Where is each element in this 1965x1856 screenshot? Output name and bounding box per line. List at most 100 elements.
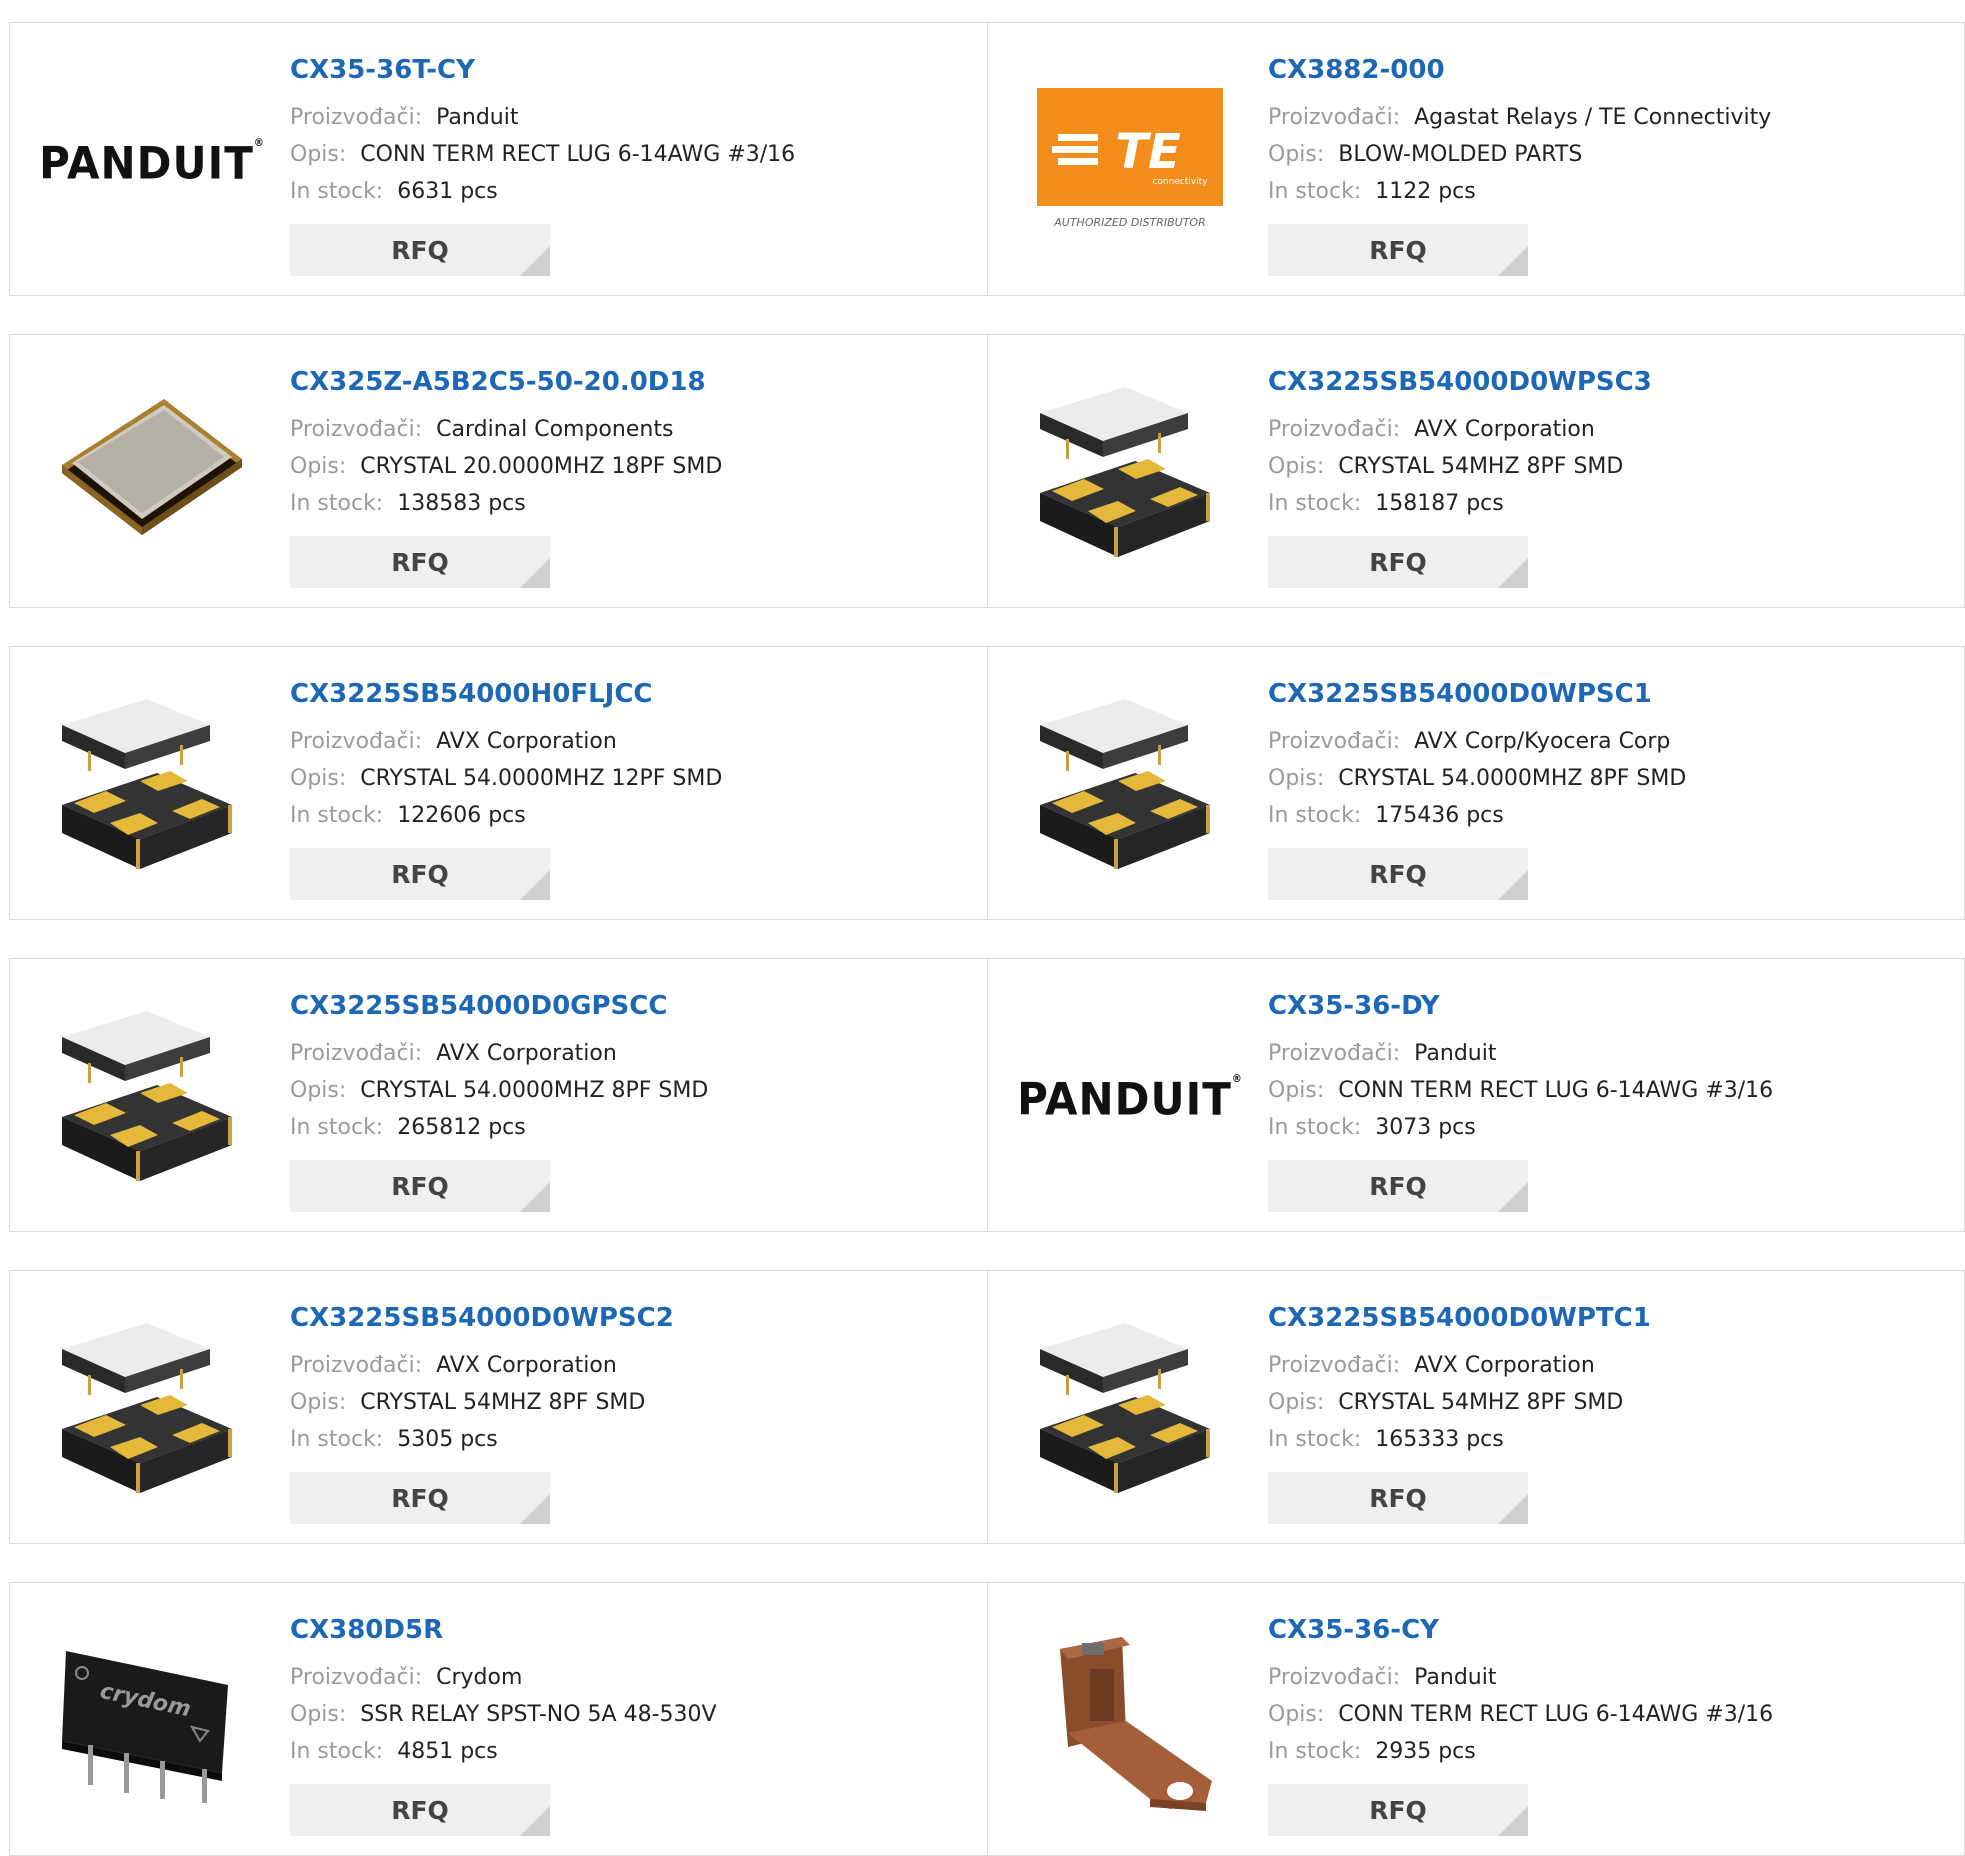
- corner-triangle-icon: [520, 1494, 550, 1524]
- product-image[interactable]: [1030, 375, 1230, 575]
- te-brand-text: TE: [1115, 124, 1181, 180]
- rfq-label: RFQ: [391, 859, 449, 889]
- stock-label: In stock:: [1268, 803, 1362, 828]
- stock-label: In stock:: [1268, 491, 1362, 516]
- product-image[interactable]: [52, 999, 252, 1199]
- part-number-link[interactable]: CX3225SB54000D0WPSC1: [1268, 677, 1686, 711]
- part-number-link[interactable]: CX325Z-A5B2C5-50-20.0D18: [290, 365, 722, 399]
- part-number-link[interactable]: CX3225SB54000D0GPSCC: [290, 989, 708, 1023]
- description-label: Opis:: [290, 1702, 347, 1727]
- description-label: Opis:: [1268, 766, 1325, 791]
- panduit-logo: PANDUIT®: [39, 137, 265, 189]
- product-card: crydom CX380D5R Proizvođači: Crydom Opis:…: [10, 1583, 987, 1855]
- corner-triangle-icon: [1498, 246, 1528, 276]
- manufacturer-value: AVX Corporation: [436, 1041, 617, 1066]
- product-image[interactable]: [1030, 1623, 1230, 1823]
- stock-value: 265812 pcs: [397, 1115, 526, 1140]
- product-image[interactable]: [1030, 687, 1230, 887]
- stock-value: 3073 pcs: [1375, 1115, 1476, 1140]
- product-card: CX3225SB54000D0WPSC1 Proizvođači: AVX Cor…: [987, 647, 1964, 919]
- description-label: Opis:: [1268, 1702, 1325, 1727]
- product-image[interactable]: crydom: [52, 1623, 252, 1823]
- corner-triangle-icon: [1498, 558, 1528, 588]
- part-number-link[interactable]: CX3225SB54000H0FLJCC: [290, 677, 722, 711]
- part-number-link[interactable]: CX35-36-DY: [1268, 989, 1773, 1023]
- crystal-metal-icon: [62, 399, 242, 535]
- product-row: PANDUIT® CX35-36T-CY Proizvođači: Panduit…: [9, 22, 1965, 296]
- product-image[interactable]: TE connectivity AUTHORIZED DISTRIBUTOR: [1030, 63, 1230, 263]
- description-label: Opis:: [290, 142, 347, 167]
- rfq-label: RFQ: [391, 235, 449, 265]
- corner-triangle-icon: [520, 1182, 550, 1212]
- product-image[interactable]: [1030, 1311, 1230, 1511]
- manufacturer-value: Panduit: [1414, 1041, 1497, 1066]
- corner-triangle-icon: [1498, 870, 1528, 900]
- stock-label: In stock:: [290, 1115, 384, 1140]
- rfq-label: RFQ: [391, 1171, 449, 1201]
- copper-lug-icon: [1060, 1637, 1212, 1811]
- product-row: CX3225SB54000D0GPSCC Proizvođači: AVX Cor…: [9, 958, 1965, 1232]
- stock-value: 158187 pcs: [1375, 491, 1504, 516]
- product-card: CX325Z-A5B2C5-50-20.0D18 Proizvođači: Car…: [10, 335, 987, 607]
- rfq-button[interactable]: RFQ: [290, 1160, 550, 1212]
- te-connectivity-logo: TE connectivity AUTHORIZED DISTRIBUTOR: [1037, 88, 1223, 229]
- corner-triangle-icon: [520, 246, 550, 276]
- rfq-button[interactable]: RFQ: [1268, 1160, 1528, 1212]
- rfq-button[interactable]: RFQ: [290, 224, 550, 276]
- product-image[interactable]: PANDUIT®: [1017, 999, 1242, 1199]
- manufacturer-label: Proizvođači:: [1268, 1353, 1401, 1378]
- description-label: Opis:: [290, 1390, 347, 1415]
- part-number-link[interactable]: CX3882-000: [1268, 53, 1771, 87]
- part-number-link[interactable]: CX3225SB54000D0WPSC3: [1268, 365, 1652, 399]
- rfq-button[interactable]: RFQ: [290, 536, 550, 588]
- rfq-button[interactable]: RFQ: [1268, 1784, 1528, 1836]
- part-number-link[interactable]: CX35-36-CY: [1268, 1613, 1773, 1647]
- panduit-logo: PANDUIT®: [1017, 1073, 1243, 1125]
- product-card: PANDUIT® CX35-36T-CY Proizvođači: Panduit…: [10, 23, 987, 295]
- rfq-label: RFQ: [391, 547, 449, 577]
- product-card: CX35-36-CY Proizvođači: Panduit Opis: CONN…: [987, 1583, 1964, 1855]
- description-value: CONN TERM RECT LUG 6-14AWG #3/16: [360, 142, 796, 167]
- stock-value: 175436 pcs: [1375, 803, 1504, 828]
- description-value: CRYSTAL 54MHZ 8PF SMD: [1338, 454, 1624, 479]
- stock-value: 2935 pcs: [1375, 1739, 1476, 1764]
- stock-value: 122606 pcs: [397, 803, 526, 828]
- stock-label: In stock:: [290, 491, 384, 516]
- description-value: CRYSTAL 54.0000MHZ 12PF SMD: [360, 766, 723, 791]
- part-number-link[interactable]: CX35-36T-CY: [290, 53, 795, 87]
- stock-label: In stock:: [1268, 1115, 1362, 1140]
- manufacturer-value: Cardinal Components: [436, 417, 674, 442]
- product-image[interactable]: PANDUIT®: [39, 63, 264, 263]
- product-card: CX3225SB54000D0GPSCC Proizvođači: AVX Cor…: [10, 959, 987, 1231]
- manufacturer-value: AVX Corporation: [1414, 417, 1595, 442]
- part-number-link[interactable]: CX3225SB54000D0WPSC2: [290, 1301, 674, 1335]
- corner-triangle-icon: [1498, 1494, 1528, 1524]
- stock-value: 1122 pcs: [1375, 179, 1476, 204]
- rfq-button[interactable]: RFQ: [1268, 224, 1528, 276]
- rfq-label: RFQ: [1369, 547, 1427, 577]
- product-card: CX3225SB54000D0WPTC1 Proizvođači: AVX Cor…: [987, 1271, 1964, 1543]
- product-card: CX3225SB54000D0WPSC2 Proizvođači: AVX Cor…: [10, 1271, 987, 1543]
- rfq-button[interactable]: RFQ: [290, 1472, 550, 1524]
- rfq-button[interactable]: RFQ: [1268, 536, 1528, 588]
- manufacturer-value: AVX Corp/Kyocera Corp: [1414, 729, 1671, 754]
- product-image[interactable]: [52, 375, 252, 575]
- stock-value: 138583 pcs: [397, 491, 526, 516]
- manufacturer-value: Agastat Relays / TE Connectivity: [1414, 105, 1772, 130]
- manufacturer-value: Panduit: [1414, 1665, 1497, 1690]
- stock-label: In stock:: [290, 803, 384, 828]
- description-label: Opis:: [290, 454, 347, 479]
- rfq-button[interactable]: RFQ: [290, 848, 550, 900]
- manufacturer-label: Proizvođači:: [1268, 417, 1401, 442]
- rfq-label: RFQ: [1369, 235, 1427, 265]
- product-card: CX3225SB54000D0WPSC3 Proizvođači: AVX Cor…: [987, 335, 1964, 607]
- rfq-button[interactable]: RFQ: [1268, 848, 1528, 900]
- product-image[interactable]: [52, 687, 252, 887]
- product-image[interactable]: [52, 1311, 252, 1511]
- part-number-link[interactable]: CX380D5R: [290, 1613, 717, 1647]
- part-number-link[interactable]: CX3225SB54000D0WPTC1: [1268, 1301, 1651, 1335]
- rfq-button[interactable]: RFQ: [290, 1784, 550, 1836]
- crystal-smd-icon: [1040, 1323, 1210, 1493]
- stock-label: In stock:: [290, 179, 384, 204]
- rfq-button[interactable]: RFQ: [1268, 1472, 1528, 1524]
